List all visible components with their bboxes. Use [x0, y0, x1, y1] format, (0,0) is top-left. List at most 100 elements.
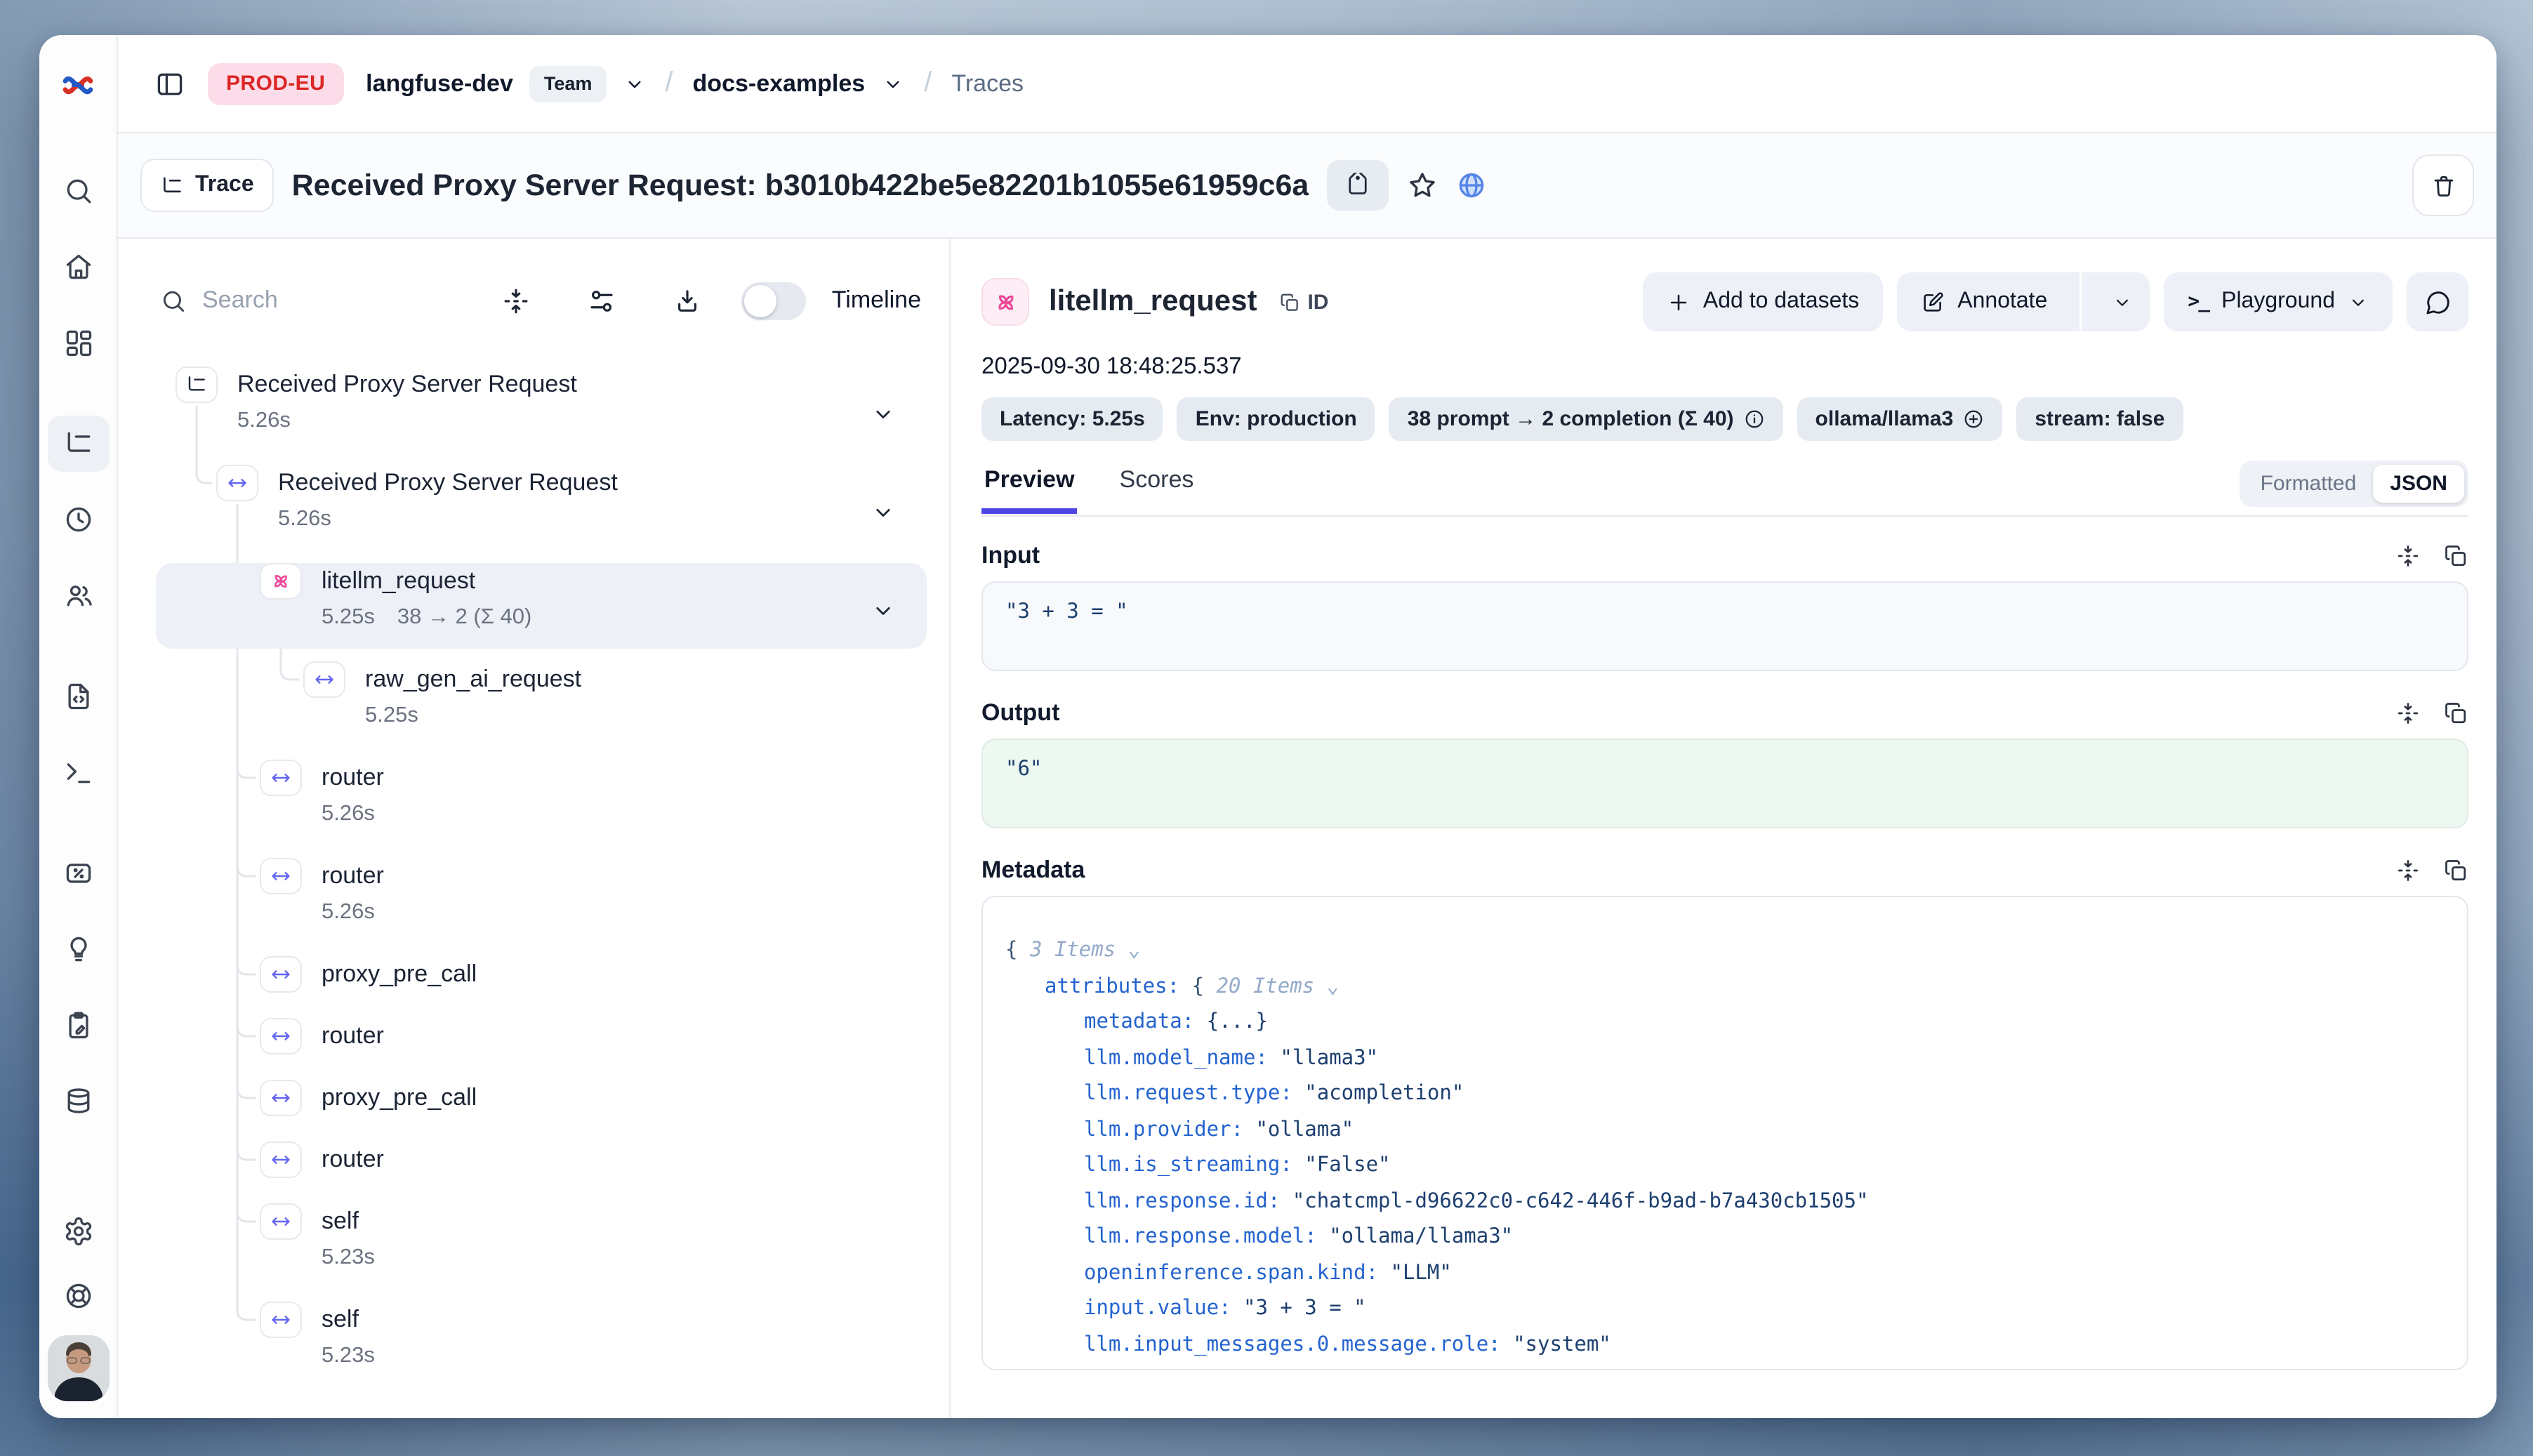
sidebar-item-evals[interactable]	[47, 845, 109, 901]
sidebar-toggle-icon[interactable]	[149, 62, 191, 105]
download-icon[interactable]	[673, 286, 703, 315]
plus-circle-icon[interactable]	[1963, 409, 1984, 430]
tree-node-received-proxy-server-request[interactable]: Received Proxy Server Request5.26s	[156, 463, 927, 562]
tab-scores[interactable]: Scores	[1117, 461, 1197, 500]
plus-icon	[1667, 290, 1691, 314]
observation-badge: Env: production	[1177, 397, 1375, 441]
tree-node-router[interactable]: router5.26s	[156, 758, 927, 856]
expand-chevron-icon[interactable]	[871, 598, 896, 623]
tab-preview[interactable]: Preview	[981, 461, 1078, 500]
observation-badge[interactable]: ollama/llama3	[1797, 397, 2003, 441]
search-icon	[62, 176, 93, 206]
sidebar-item-clipboard-pen[interactable]	[47, 997, 109, 1053]
breadcrumb: PROD-EU langfuse-dev Team / docs-example…	[118, 35, 2496, 133]
bookmark-star-icon[interactable]	[1407, 170, 1438, 201]
timeline-label: Timeline	[832, 286, 921, 315]
tree-node-router[interactable]: router	[156, 1017, 927, 1078]
sidebar-item-users[interactable]	[47, 567, 109, 623]
output-value: "6"	[981, 739, 2468, 828]
public-globe-icon[interactable]	[1456, 170, 1487, 201]
search-placeholder: Search	[202, 286, 278, 315]
add-to-datasets-button[interactable]: Add to datasets	[1643, 272, 1883, 331]
delete-trace-button[interactable]	[2412, 154, 2474, 216]
span-duration: 5.23s	[322, 1243, 927, 1273]
observation-badge[interactable]: 38 prompt → 2 completion (Σ 40)	[1389, 397, 1783, 441]
org-chevron-down-icon[interactable]	[623, 72, 645, 95]
sidebar-item-traces[interactable]	[47, 416, 109, 472]
span-duration: 5.25s38 → 2 (Σ 40)	[322, 602, 927, 633]
span-icon	[260, 1141, 302, 1178]
lifebuoy-icon	[62, 1280, 93, 1311]
collapse-section-icon[interactable]	[2395, 701, 2421, 726]
trace-title: Received Proxy Server Request: b3010b422…	[292, 168, 1309, 203]
user-avatar[interactable]	[47, 1335, 109, 1401]
tree-node-proxy-pre-call[interactable]: proxy_pre_call	[156, 955, 927, 1017]
tree-node-litellm-request[interactable]: litellm_request5.25s38 → 2 (Σ 40)	[156, 562, 927, 660]
expand-chevron-icon[interactable]	[871, 402, 896, 427]
json-line: llm.request.type: "acompletion"	[1005, 1077, 2445, 1113]
detail-tabs: Preview Scores Formatted JSON	[981, 461, 2468, 517]
observation-timestamp: 2025-09-30 18:48:25.537	[981, 354, 2468, 380]
playground-button[interactable]: >_ Playground	[2164, 272, 2393, 331]
trace-badge-label: Trace	[195, 173, 254, 198]
json-collapse-chevron[interactable]: ⌄	[1116, 939, 1140, 962]
span-tree: Received Proxy Server Request5.26sReceiv…	[156, 337, 927, 1398]
annotate-dropdown[interactable]	[2095, 272, 2150, 331]
project-name[interactable]: docs-examples	[693, 70, 866, 98]
json-collapse-chevron[interactable]: ⌄	[1314, 975, 1339, 998]
search-input[interactable]: Search	[160, 286, 502, 315]
message-bubble-icon	[2424, 289, 2451, 315]
tree-node-received-proxy-server-request[interactable]: Received Proxy Server Request5.26s	[156, 365, 927, 463]
org-type-chip: Team	[530, 65, 607, 102]
tree-node-self[interactable]: self5.23s	[156, 1202, 927, 1300]
sidebar-rail	[39, 35, 118, 1418]
sidebar-item-settings[interactable]	[47, 1203, 109, 1259]
section-name[interactable]: Traces	[951, 70, 1024, 98]
tree-node-router[interactable]: router5.26s	[156, 856, 927, 955]
sidebar-item-search[interactable]	[47, 163, 109, 219]
tree-node-proxy-pre-call[interactable]: proxy_pre_call	[156, 1078, 927, 1140]
copy-icon[interactable]	[2443, 858, 2468, 883]
trace-tree-panel: Search Timeline Received Proxy Server Re…	[118, 239, 951, 1418]
sidebar-item-lifebuoy[interactable]	[47, 1268, 109, 1324]
observation-badge: stream: false	[2016, 397, 2183, 441]
metadata-json-viewer: { 3 Items ⌄attributes: { 20 Items ⌄metad…	[981, 896, 2468, 1370]
collapse-section-icon[interactable]	[2395, 543, 2421, 569]
collapse-section-icon[interactable]	[2395, 858, 2421, 883]
sidebar-item-home[interactable]	[47, 239, 109, 295]
span-icon	[260, 1018, 302, 1054]
info-icon[interactable]	[1744, 409, 1765, 430]
copy-icon[interactable]	[2443, 701, 2468, 726]
comments-button[interactable]	[2407, 272, 2468, 331]
tags-button[interactable]	[1327, 160, 1389, 211]
generation-icon	[260, 563, 302, 600]
sidebar-item-database[interactable]	[47, 1073, 109, 1129]
expand-chevron-icon[interactable]	[871, 500, 896, 525]
annotate-main[interactable]: Annotate	[1897, 272, 2067, 331]
copy-id-button[interactable]: ID	[1279, 290, 1328, 314]
tree-node-router[interactable]: router	[156, 1140, 927, 1202]
formatted-option[interactable]: Formatted	[2244, 465, 2374, 503]
collapse-all-icon[interactable]	[502, 286, 531, 315]
tree-node-raw-gen-ai-request[interactable]: raw_gen_ai_request5.25s	[156, 660, 927, 758]
project-chevron-down-icon[interactable]	[882, 72, 904, 95]
tree-node-self[interactable]: self5.23s	[156, 1300, 927, 1398]
desktop-background: PROD-EU langfuse-dev Team / docs-example…	[0, 0, 2533, 1456]
span-name: router	[322, 1143, 927, 1177]
tree-settings-icon[interactable]	[588, 286, 617, 315]
sidebar-item-terminal[interactable]	[47, 744, 109, 800]
org-name[interactable]: langfuse-dev	[366, 70, 513, 98]
timeline-toggle[interactable]	[742, 282, 807, 319]
json-line: llm.is_streaming: "False"	[1005, 1149, 2445, 1184]
copy-icon[interactable]	[2443, 543, 2468, 569]
sidebar-item-lightbulb[interactable]	[47, 921, 109, 977]
home-icon	[62, 251, 93, 282]
trace-type-badge[interactable]: Trace	[140, 159, 274, 212]
database-icon	[62, 1085, 93, 1116]
sidebar-item-dashboard[interactable]	[47, 315, 109, 371]
sidebar-item-file-code[interactable]	[47, 668, 109, 724]
json-option[interactable]: JSON	[2373, 465, 2464, 503]
sidebar-item-clock[interactable]	[47, 491, 109, 548]
copy-icon	[1279, 291, 1300, 312]
environment-badge[interactable]: PROD-EU	[208, 62, 343, 105]
